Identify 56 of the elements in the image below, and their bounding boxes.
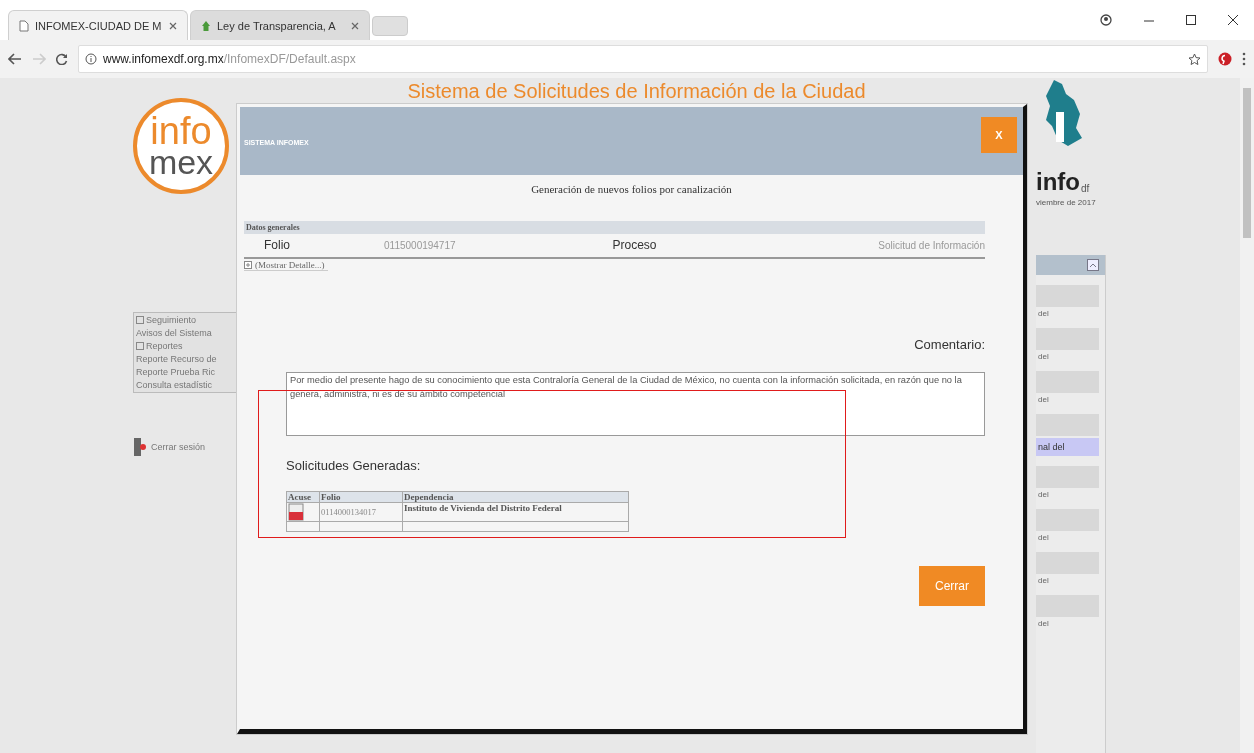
maximize-icon[interactable] — [1186, 15, 1196, 25]
url-text: www.infomexdf.org.mx/InfomexDF/Default.aspx — [103, 52, 356, 66]
column-header: Acuse — [286, 491, 320, 503]
field-label: Proceso — [611, 238, 658, 252]
profile-icon[interactable] — [1100, 14, 1112, 26]
star-icon[interactable] — [1188, 52, 1201, 66]
infodf-logo: infodf — [1036, 170, 1091, 194]
menu-item[interactable]: Reportes — [136, 341, 236, 351]
expand-icon[interactable] — [136, 342, 144, 350]
panel-row-text: del — [1037, 533, 1050, 542]
details-link[interactable]: (Mostrar Detalle...) — [244, 260, 329, 271]
table-cell: Instituto de Vivienda del Distrito Federal — [402, 502, 629, 522]
address-bar[interactable]: www.infomexdf.org.mx/InfomexDF/Default.aspx — [78, 45, 1208, 73]
page-title: Sistema de Solicitudes de Información de la Ciudad — [407, 80, 866, 102]
pin-extension-icon[interactable] — [1218, 52, 1232, 66]
door-icon — [133, 437, 147, 457]
logout-link[interactable]: Cerrar sesión — [133, 437, 240, 457]
dialog-subtitle: Generación de nuevos folios por canalización — [530, 183, 733, 195]
date-text: viembre de 2017 — [1036, 198, 1097, 207]
page-icon — [19, 19, 29, 32]
menu-item[interactable]: Seguimiento — [136, 315, 236, 325]
table-cell: 0114000134017 — [319, 502, 403, 522]
back-arrow-icon[interactable] — [8, 53, 22, 65]
menu-item[interactable]: Reporte Recurso de — [136, 354, 236, 364]
menu-item[interactable]: Reporte Prueba Ric — [136, 367, 236, 377]
column-header: Folio — [319, 491, 403, 503]
close-icon[interactable] — [1228, 15, 1238, 25]
more-menu-icon[interactable] — [1242, 52, 1246, 66]
expand-icon[interactable] — [136, 316, 144, 324]
section-header: Datos generales — [244, 221, 985, 234]
panel-row-text: del — [1037, 490, 1050, 499]
comment-label: Comentario: — [913, 337, 985, 352]
panel-row-text: del — [1037, 352, 1050, 361]
scrollbar[interactable] — [1240, 78, 1254, 753]
field-label: Folio — [263, 238, 291, 252]
panel-row-text: del — [1037, 619, 1050, 628]
field-value: Solicitud de Información — [877, 239, 985, 251]
menu-item[interactable]: Avisos del Sistema — [136, 328, 236, 338]
expand-icon — [244, 261, 252, 269]
field-value: 0115000194717 — [383, 239, 457, 251]
menu-item[interactable]: Consulta estadístic — [136, 380, 236, 390]
panel-row-text: del — [1037, 309, 1050, 318]
panel-row-text: del — [1037, 576, 1050, 585]
document-icon[interactable] — [288, 503, 304, 521]
panel-row-text: nal del — [1036, 438, 1099, 456]
browser-tab[interactable]: Ley de Transparencia, A — [190, 10, 370, 40]
close-button[interactable]: X — [981, 117, 1017, 153]
generated-requests-label: Solicitudes Generadas: — [286, 458, 422, 473]
reload-icon[interactable] — [56, 53, 68, 65]
browser-tab[interactable]: INFOMEX-CIUDAD DE M — [8, 10, 188, 40]
column-header: Dependencia — [402, 491, 629, 503]
portal-logo: info mex — [133, 98, 229, 194]
info-icon — [85, 53, 97, 65]
close-button[interactable]: Cerrar — [919, 566, 985, 606]
panel-icon[interactable] — [1087, 259, 1099, 271]
panel-row-text: del — [1037, 395, 1050, 404]
